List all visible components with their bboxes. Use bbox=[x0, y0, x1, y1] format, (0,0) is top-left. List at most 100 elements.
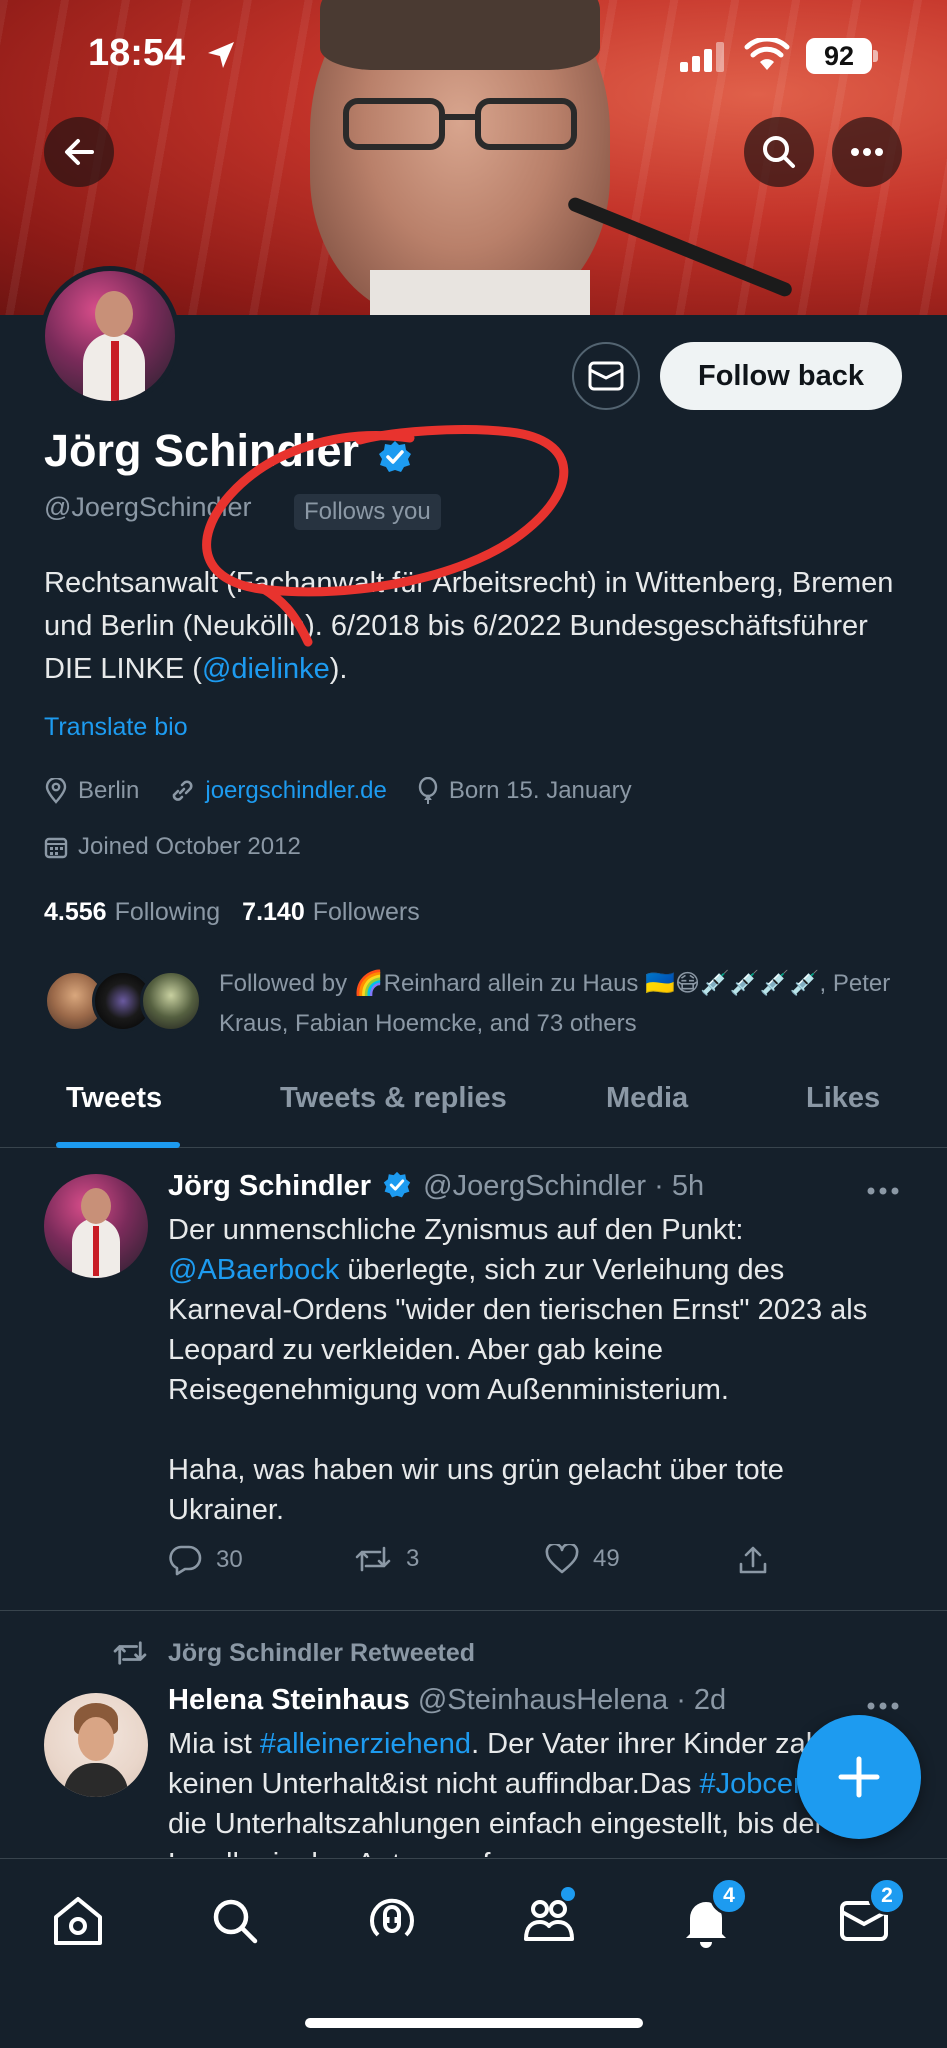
back-button[interactable] bbox=[44, 117, 114, 187]
avatar-tie bbox=[93, 1226, 99, 1276]
notifications-badge: 4 bbox=[710, 1877, 748, 1915]
avatar-face bbox=[95, 291, 133, 337]
tweet-header: Helena Steinhaus @SteinhausHelena · 2d bbox=[168, 1684, 726, 1717]
avatar-face bbox=[78, 1717, 114, 1761]
retweeted-by-label[interactable]: Jörg Schindler Retweeted bbox=[168, 1639, 475, 1668]
tab-tweets-replies[interactable]: Tweets & replies bbox=[280, 1082, 507, 1115]
retweet-icon bbox=[355, 1546, 391, 1572]
tweet-text: Der unmenschliche Zynismus auf den Punkt… bbox=[168, 1210, 898, 1530]
search-button[interactable] bbox=[744, 117, 814, 187]
tweet-author-name[interactable]: Jörg Schindler bbox=[168, 1170, 371, 1202]
profile-avatar[interactable] bbox=[40, 266, 180, 406]
tweet-author-name[interactable]: Helena Steinhaus bbox=[168, 1684, 410, 1716]
more-options-button[interactable] bbox=[832, 117, 902, 187]
like-button[interactable]: 49 bbox=[545, 1544, 620, 1574]
tab-tweets[interactable]: Tweets bbox=[66, 1082, 162, 1115]
hashtag-link[interactable]: #alleinerziehend bbox=[260, 1728, 471, 1760]
verified-badge-icon bbox=[383, 1171, 411, 1198]
envelope-icon bbox=[588, 361, 624, 391]
plus-icon bbox=[838, 1756, 880, 1798]
calendar-icon bbox=[44, 837, 68, 859]
tab-likes[interactable]: Likes bbox=[806, 1082, 880, 1115]
tweet[interactable]: Jörg Schindler @JoergSchindler · 5h Der … bbox=[0, 1150, 947, 1610]
followers-count-link[interactable]: 7.140 Followers bbox=[242, 898, 420, 927]
status-time: 18:54 bbox=[88, 32, 186, 74]
joined-row: Joined October 2012 bbox=[44, 833, 331, 861]
balloon-icon bbox=[418, 777, 438, 804]
tweet-mention-link[interactable]: @ABaerbock bbox=[168, 1254, 339, 1286]
home-indicator bbox=[305, 2018, 643, 2028]
battery-level: 92 bbox=[806, 38, 872, 74]
followed-by-section[interactable]: Followed by 🌈Reinhard allein zu Haus 🇺🇦😷… bbox=[44, 964, 924, 1044]
tweet-text: Mia ist #alleinerziehend. Der Vater ihre… bbox=[168, 1724, 898, 1857]
following-label: Following bbox=[114, 898, 221, 926]
retweet-button[interactable]: 3 bbox=[354, 1544, 419, 1574]
search-icon bbox=[763, 136, 795, 168]
nav-messages[interactable]: 2 bbox=[834, 1877, 906, 1951]
tweet-time: · 2d bbox=[676, 1684, 727, 1716]
reply-button[interactable]: 30 bbox=[168, 1544, 243, 1576]
share-button[interactable] bbox=[738, 1544, 782, 1576]
banner-photo-shirt bbox=[370, 270, 590, 315]
tweet-text-part: Mia ist bbox=[168, 1728, 260, 1760]
tweet[interactable]: Jörg Schindler Retweeted Helena Steinhau… bbox=[0, 1611, 947, 1861]
active-tab-indicator bbox=[56, 1142, 180, 1148]
nav-home[interactable] bbox=[48, 1891, 108, 1951]
tab-media[interactable]: Media bbox=[606, 1082, 688, 1115]
avatar-face bbox=[81, 1188, 111, 1224]
messages-badge: 2 bbox=[868, 1877, 906, 1915]
translate-bio-link[interactable]: Translate bio bbox=[44, 713, 188, 742]
retweet-count: 3 bbox=[406, 1545, 420, 1572]
joined-item: Joined October 2012 bbox=[44, 833, 301, 861]
nav-notifications[interactable]: 4 bbox=[676, 1877, 748, 1951]
communities-dot bbox=[561, 1887, 575, 1901]
nav-spaces[interactable] bbox=[362, 1891, 422, 1951]
tweet-avatar[interactable] bbox=[44, 1693, 148, 1797]
cellular-signal-icon bbox=[680, 42, 724, 72]
following-count: 4.556 bbox=[44, 898, 107, 926]
more-horizontal-icon[interactable] bbox=[866, 1701, 900, 1711]
more-horizontal-icon[interactable] bbox=[866, 1186, 900, 1196]
wifi-icon bbox=[744, 38, 790, 70]
share-icon bbox=[739, 1546, 767, 1574]
compose-tweet-button[interactable] bbox=[797, 1715, 921, 1839]
tweet-text-line: Der unmenschliche Zynismus auf den Punkt… bbox=[168, 1214, 744, 1246]
birthday-item: Born 15. January bbox=[417, 777, 632, 805]
reply-icon bbox=[169, 1545, 202, 1576]
battery-tip bbox=[873, 50, 878, 62]
nav-communities[interactable] bbox=[519, 1887, 579, 1951]
tweet-header: Jörg Schindler @JoergSchindler · 5h bbox=[168, 1170, 704, 1203]
tweet-text-body: @ABaerbock überlegte, sich zur Verleihun… bbox=[168, 1250, 898, 1410]
retweet-icon bbox=[113, 1641, 147, 1665]
followers-label: Followers bbox=[312, 898, 420, 926]
profile-tabs: Tweets Tweets & replies Media Likes bbox=[0, 1068, 947, 1148]
message-button[interactable] bbox=[572, 342, 640, 410]
like-count: 49 bbox=[593, 1545, 620, 1572]
tweet-text-para: Haha, was haben wir uns grün gelacht übe… bbox=[168, 1454, 784, 1526]
link-icon bbox=[173, 780, 193, 801]
location-text: Berlin bbox=[78, 777, 140, 804]
avatar-top bbox=[64, 1763, 128, 1797]
tweet-author-handle: @JoergSchindler bbox=[423, 1170, 647, 1202]
tweet-avatar[interactable] bbox=[44, 1174, 148, 1278]
follow-back-button[interactable]: Follow back bbox=[660, 342, 902, 410]
communities-icon bbox=[524, 1900, 574, 1941]
reply-count: 30 bbox=[216, 1546, 243, 1573]
follower-avatar bbox=[140, 970, 202, 1032]
nav-search[interactable] bbox=[205, 1891, 265, 1951]
joined-text: Joined October 2012 bbox=[78, 833, 301, 860]
location-arrow-icon bbox=[208, 42, 234, 68]
website-item[interactable]: joergschindler.de bbox=[169, 777, 387, 805]
avatar-tie bbox=[111, 341, 119, 401]
tweet-actions: 30 3 49 bbox=[168, 1544, 788, 1584]
more-horizontal-icon bbox=[851, 148, 883, 156]
spaces-microphone-icon bbox=[370, 1898, 414, 1937]
followers-count: 7.140 bbox=[242, 898, 305, 926]
tweet-author-handle: @SteinhausHelena bbox=[417, 1684, 669, 1716]
birthday-text: Born 15. January bbox=[448, 777, 632, 804]
following-count-link[interactable]: 4.556 Following bbox=[44, 898, 220, 927]
website-link[interactable]: joergschindler.de bbox=[205, 777, 386, 805]
followed-by-text: Followed by 🌈Reinhard allein zu Haus 🇺🇦😷… bbox=[219, 970, 891, 1037]
red-annotation-circle bbox=[202, 425, 569, 647]
